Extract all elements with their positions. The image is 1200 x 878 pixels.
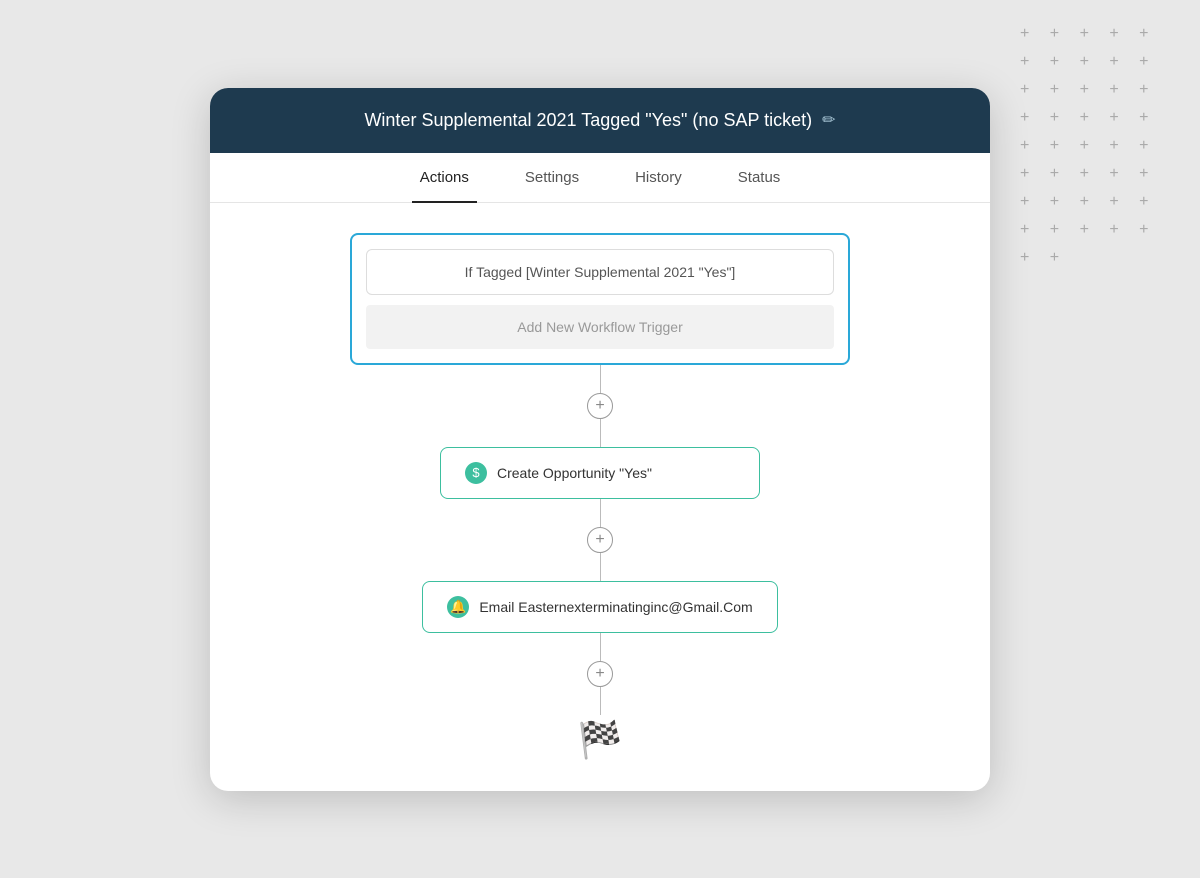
connector-line — [600, 365, 601, 393]
content-area: If Tagged [Winter Supplemental 2021 "Yes… — [210, 203, 990, 791]
bg-decoration: + + + + + + + + + + + + + + + + + + + + … — [1000, 0, 1200, 300]
connector-line — [600, 419, 601, 447]
trigger-condition[interactable]: If Tagged [Winter Supplemental 2021 "Yes… — [366, 249, 834, 295]
tabs-bar: Actions Settings History Status — [210, 153, 990, 203]
tab-settings[interactable]: Settings — [517, 153, 587, 202]
edit-icon[interactable]: ✏ — [822, 110, 835, 130]
action-label-email: Email Easternexterminatinginc@Gmail.Com — [479, 599, 752, 615]
action-label-create-opportunity: Create Opportunity "Yes" — [497, 465, 652, 481]
add-step-button-1[interactable]: + — [587, 393, 613, 419]
main-card: Winter Supplemental 2021 Tagged "Yes" (n… — [210, 88, 990, 791]
add-trigger-button[interactable]: Add New Workflow Trigger — [366, 305, 834, 349]
finish-flag-icon: 🏁 — [578, 719, 623, 761]
dollar-icon: $ — [465, 462, 487, 484]
connector-2: + — [587, 499, 613, 581]
tab-status[interactable]: Status — [730, 153, 789, 202]
connector-line — [600, 553, 601, 581]
page-wrapper: + + + + + + + + + + + + + + + + + + + + … — [0, 0, 1200, 878]
card-title: Winter Supplemental 2021 Tagged "Yes" (n… — [364, 110, 812, 131]
add-step-button-2[interactable]: + — [587, 527, 613, 553]
action-card-email[interactable]: 🔔 Email Easternexterminatinginc@Gmail.Co… — [422, 581, 777, 633]
tab-actions[interactable]: Actions — [412, 153, 477, 202]
card-header: Winter Supplemental 2021 Tagged "Yes" (n… — [210, 88, 990, 153]
tab-history[interactable]: History — [627, 153, 690, 202]
trigger-box: If Tagged [Winter Supplemental 2021 "Yes… — [350, 233, 850, 365]
action-card-create-opportunity[interactable]: $ Create Opportunity "Yes" — [440, 447, 760, 499]
connector-line — [600, 687, 601, 715]
connector-1: + — [587, 365, 613, 447]
bell-icon: 🔔 — [447, 596, 469, 618]
connector-line — [600, 633, 601, 661]
connector-3: + — [587, 633, 613, 715]
add-step-button-3[interactable]: + — [587, 661, 613, 687]
connector-line — [600, 499, 601, 527]
